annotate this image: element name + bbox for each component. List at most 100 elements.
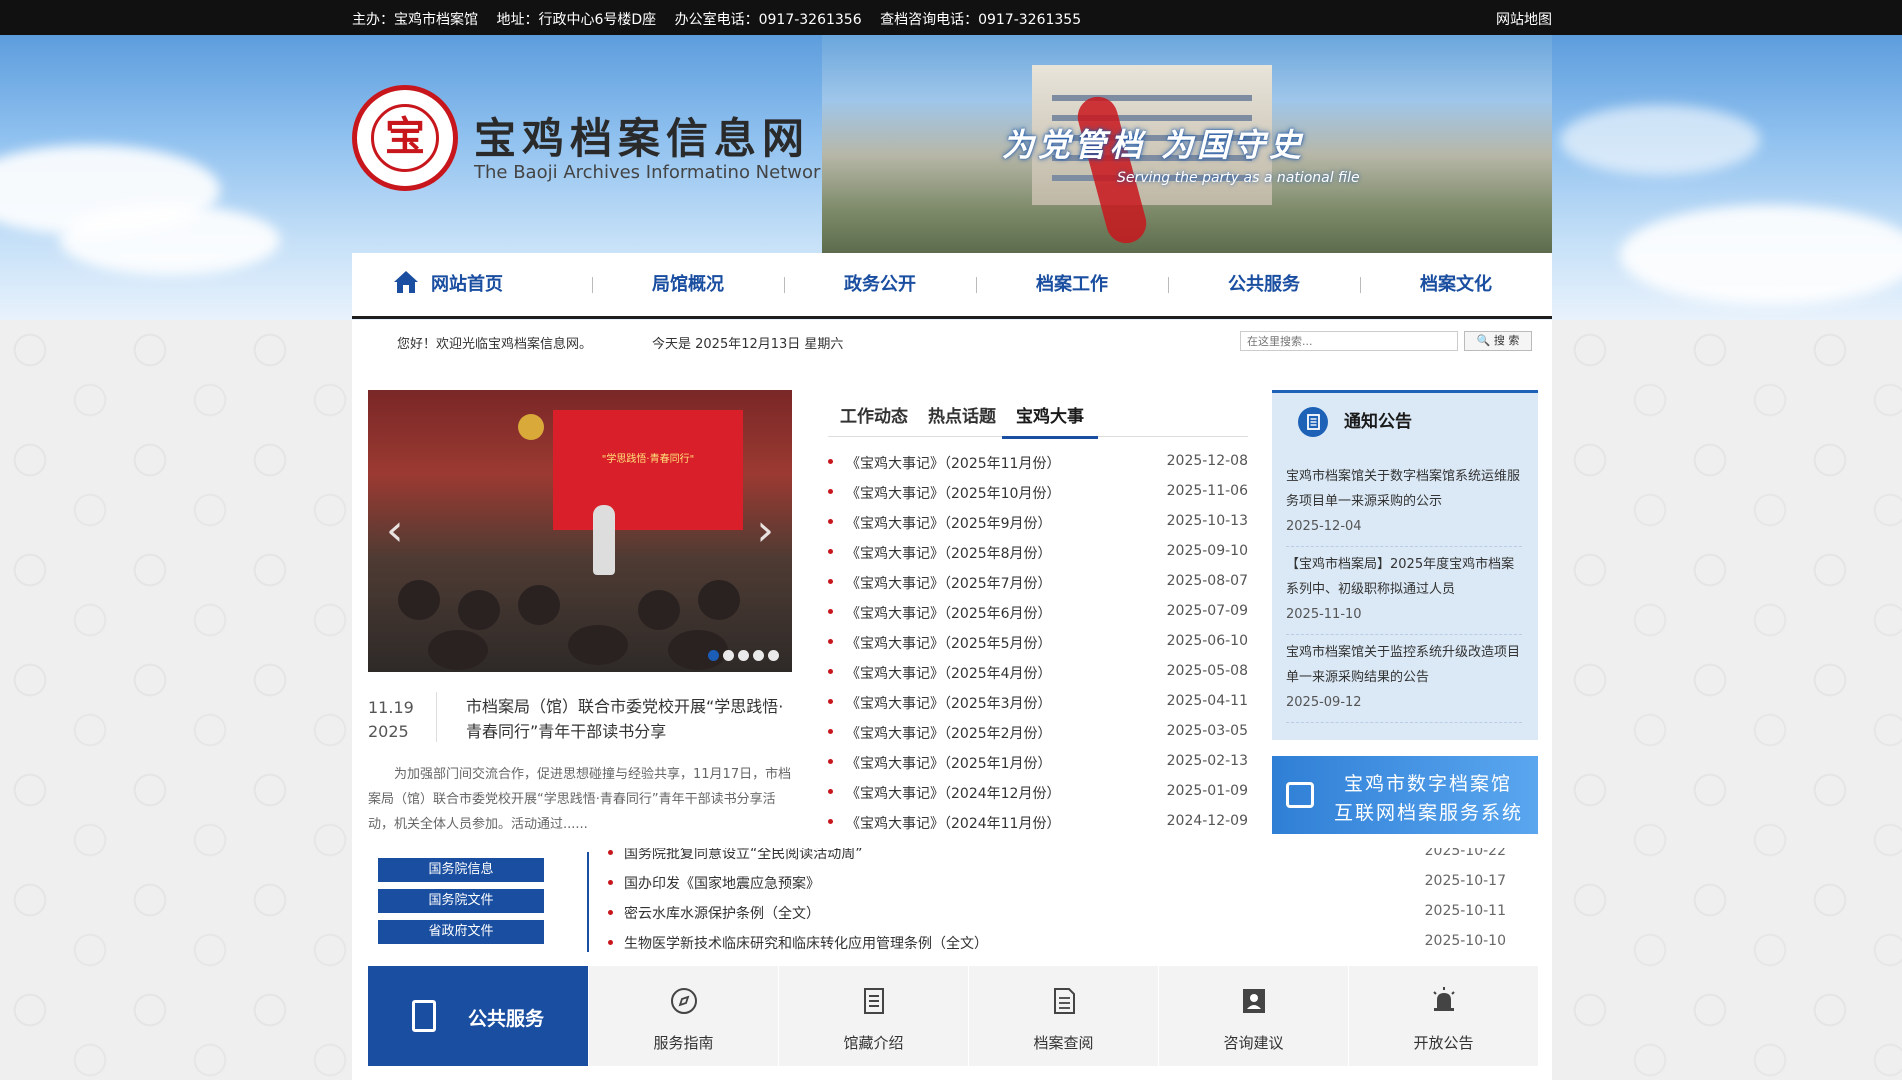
digital-line2: 互联网档案服务系统	[1334, 802, 1524, 824]
list-item[interactable]: 生物医学新技术临床研究和临床转化应用管理条例（全文） 2025-10-10	[608, 930, 1506, 954]
feature-description: 为加强部门间交流合作，促进思想碰撞与经验共享，11月17日，市档案局（馆）联合市…	[368, 767, 792, 832]
digital-line1: 宝鸡市数字档案馆	[1344, 773, 1513, 795]
nav-item-government[interactable]: 政务公开	[784, 253, 976, 316]
archive-query-link[interactable]: 档案查阅	[968, 966, 1158, 1066]
archive-system-icon	[1286, 782, 1314, 808]
welcome-text: 您好！欢迎光临宝鸡档案信息网。	[397, 337, 593, 352]
tab-baoji-events[interactable]: 宝鸡大事	[1002, 402, 1098, 439]
cloud	[1560, 105, 1760, 175]
date-text: 今天是 2025年12月13日 星期六	[652, 337, 844, 352]
welcome-bar: 您好！欢迎光临宝鸡档案信息网。 今天是 2025年12月13日 星期六 🔍 搜 …	[352, 320, 1552, 362]
list-item[interactable]: 《宝鸡大事记》（2025年3月份） 2025-04-11	[828, 688, 1248, 718]
logo[interactable]: 宝	[352, 85, 458, 191]
list-item[interactable]: 《宝鸡大事记》（2025年1月份） 2025-02-13	[828, 748, 1248, 778]
slider-dot[interactable]	[768, 650, 779, 661]
sitemap-link[interactable]: 网站地图	[1496, 9, 1552, 29]
nav-item-overview[interactable]: 局馆概况	[592, 253, 784, 316]
banner-image: 为党管档 为国守史 Serving the party as a nationa…	[822, 35, 1552, 253]
list-item[interactable]: 密云水库水源保护条例（全文） 2025-10-11	[608, 900, 1506, 930]
contact-info: 主办：宝鸡市档案馆 地址：行政中心6号楼D座 办公室电话：0917-326135…	[352, 9, 1095, 29]
tab-hot-topics[interactable]: 热点话题	[928, 402, 996, 427]
search-input[interactable]	[1240, 331, 1458, 351]
list-item[interactable]: 《宝鸡大事记》（2025年7月份） 2025-08-07	[828, 568, 1248, 598]
top-info-bar: 主办：宝鸡市档案馆 地址：行政中心6号楼D座 办公室电话：0917-326135…	[0, 0, 1902, 35]
header-inner: 宝 宝鸡档案信息网 The Baoji Archives Informatino…	[352, 35, 1552, 253]
list-item[interactable]: 《宝鸡大事记》（2025年11月份） 2025-12-08	[828, 448, 1248, 478]
cloud	[1620, 205, 1902, 305]
digital-archive-banner[interactable]: 宝鸡市数字档案馆 互联网档案服务系统	[1272, 756, 1538, 834]
news-list: 《宝鸡大事记》（2025年11月份） 2025-12-08 《宝鸡大事记》（202…	[828, 448, 1248, 838]
nav-item-home[interactable]: 网站首页	[352, 253, 544, 316]
slider-dots	[708, 646, 783, 665]
file-text-icon	[1054, 988, 1075, 1014]
feature-date: 11.19 2025	[368, 696, 414, 744]
nav-item-label: 网站首页	[431, 274, 503, 295]
gov-doc-buttons: 国务院信息 国务院文件 省政府文件	[378, 858, 544, 951]
slider-next-icon[interactable]: ›	[756, 505, 774, 556]
list-item[interactable]: 《宝鸡大事记》（2025年4月份） 2025-05-08	[828, 658, 1248, 688]
bell-alert-icon	[1433, 987, 1455, 1011]
feature-month-day: 11.19	[368, 698, 414, 717]
list-item[interactable]: 国办印发《国家地震应急预案》 2025-10-17	[608, 870, 1506, 900]
banner-slogan-en: Serving the party as a national file	[1117, 170, 1360, 186]
collection-intro-link[interactable]: 馆藏介绍	[778, 966, 968, 1066]
state-council-info-button[interactable]: 国务院信息	[378, 858, 544, 882]
list-item[interactable]: 《宝鸡大事记》（2025年5月份） 2025-06-10	[828, 628, 1248, 658]
divider	[587, 852, 589, 952]
slider-dot[interactable]	[708, 650, 719, 661]
notice-panel: 通知公告 宝鸡市档案馆关于数字档案馆系统运维服务项目单一来源采购的公示 2025-…	[1272, 390, 1538, 740]
search-button[interactable]: 🔍 搜 索	[1464, 331, 1532, 351]
nav-item-culture[interactable]: 档案文化	[1360, 253, 1552, 316]
divider	[436, 692, 437, 742]
notice-item[interactable]: 宝鸡市档案馆关于数字档案馆系统运维服务项目单一来源采购的公示 2025-12-04	[1286, 459, 1522, 547]
slider-dot[interactable]	[723, 650, 734, 661]
slide-screen: "学思践悟·青春同行"	[553, 410, 743, 530]
provincial-docs-button[interactable]: 省政府文件	[378, 920, 544, 944]
banner-slogan: 为党管档 为国守史	[1002, 126, 1306, 164]
gov-news-scroller: 国务院批复同意设立“全民阅读活动周” 2025-10-22 国办印发《国家地震应急…	[608, 848, 1506, 954]
notice-item[interactable]: 宝鸡市档案馆关于监控系统升级改造项目单一来源采购结果的公告 2025-09-12	[1286, 635, 1522, 723]
feature-title-link[interactable]: 市档案局（馆）联合市委党校开展“学思践悟·青春同行”青年干部读书分享	[466, 694, 796, 744]
slider-dot[interactable]	[738, 650, 749, 661]
document-list-icon	[864, 988, 884, 1014]
book-icon	[412, 1000, 436, 1032]
public-service-label: 公共服务	[468, 1008, 545, 1030]
address-text: 地址：行政中心6号楼D座	[496, 12, 657, 28]
image-slider[interactable]: "学思践悟·青春同行" ‹ ›	[368, 390, 792, 672]
main-content: "学思践悟·青春同行" ‹ › 11.19 2025 市档案局（馆）联合市委党校…	[352, 362, 1552, 1080]
list-item[interactable]: 国务院批复同意设立“全民阅读活动周” 2025-10-22	[608, 848, 1506, 870]
home-icon	[394, 271, 418, 293]
consult-suggest-link[interactable]: 咨询建议	[1158, 966, 1348, 1066]
nav-item-archive-work[interactable]: 档案工作	[976, 253, 1168, 316]
state-council-docs-button[interactable]: 国务院文件	[378, 889, 544, 913]
slider-prev-icon[interactable]: ‹	[386, 505, 404, 556]
list-item[interactable]: 《宝鸡大事记》（2024年12月份） 2025-01-09	[828, 778, 1248, 808]
list-item[interactable]: 《宝鸡大事记》（2025年6月份） 2025-07-09	[828, 598, 1248, 628]
list-item[interactable]: 《宝鸡大事记》（2025年9月份） 2025-10-13	[828, 508, 1248, 538]
tab-work-news[interactable]: 工作动态	[840, 402, 908, 427]
nav-item-public-service[interactable]: 公共服务	[1168, 253, 1360, 316]
slide-screen-text: "学思践悟·青春同行"	[601, 454, 695, 465]
list-item[interactable]: 《宝鸡大事记》（2025年8月份） 2025-09-10	[828, 538, 1248, 568]
query-phone-text: 查档咨询电话：0917-3261355	[880, 12, 1082, 28]
wall-emblem	[518, 414, 544, 440]
list-item[interactable]: 《宝鸡大事记》（2025年10月份） 2025-11-06	[828, 478, 1248, 508]
slider-dot[interactable]	[753, 650, 764, 661]
service-guide-link[interactable]: 服务指南	[588, 966, 778, 1066]
public-service-tile[interactable]: 公共服务	[368, 966, 588, 1066]
public-services-bar: 公共服务 服务指南 馆藏介绍 档案查阅 咨询建议 开放公告	[368, 966, 1538, 1066]
notice-title: 通知公告	[1344, 412, 1412, 432]
logo-emblem-icon: 宝	[371, 104, 439, 172]
slide-speaker	[593, 505, 615, 575]
compass-icon	[671, 988, 697, 1014]
list-item[interactable]: 《宝鸡大事记》（2024年11月份） 2024-12-09	[828, 808, 1248, 838]
host-text: 主办：宝鸡市档案馆	[352, 12, 478, 28]
contact-card-icon	[1243, 989, 1265, 1013]
notice-list: 宝鸡市档案馆关于数字档案馆系统运维服务项目单一来源采购的公示 2025-12-04…	[1286, 459, 1522, 723]
document-icon	[1298, 407, 1328, 437]
news-tabs: 工作动态 热点话题 宝鸡大事	[828, 392, 1248, 439]
list-item[interactable]: 《宝鸡大事记》（2025年2月份） 2025-03-05	[828, 718, 1248, 748]
notice-item[interactable]: 【宝鸡市档案局】2025年度宝鸡市档案系列中、初级职称拟通过人员 2025-11-…	[1286, 547, 1522, 635]
notice-header: 通知公告	[1298, 407, 1412, 437]
open-notice-link[interactable]: 开放公告	[1348, 966, 1538, 1066]
